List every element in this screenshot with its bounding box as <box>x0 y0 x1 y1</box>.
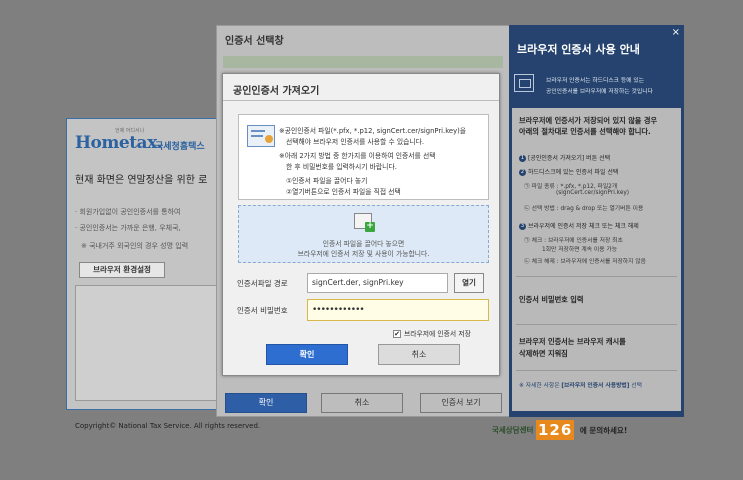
checkbox-icon[interactable]: ✔ <box>393 330 401 338</box>
notice-line: ※ 국내거주 외국인의 경우 성명 입력 <box>81 242 189 250</box>
logo-brand: Hometax. <box>75 133 163 153</box>
guide-substep: ㉠ 체크 : 브라우저에 인증서를 저장 최초 <box>524 238 623 244</box>
step-number: 2 <box>519 169 526 176</box>
divider <box>516 324 677 325</box>
callcenter-banner: 국세상담센터 126 에 문의하세요! <box>492 420 627 440</box>
drop-zone-text: 인증서 파일을 끌어다 놓으면 <box>322 240 405 248</box>
guide-help-link[interactable]: ※ 자세한 사항은 [브라우저 인증서 사용방법] 선택 <box>519 380 642 389</box>
notice-line: · 회원가입없이 공인인증서를 통하여 <box>75 208 181 216</box>
dialog-title: 공인인증서 가져오기 <box>233 86 320 97</box>
step-number: 3 <box>519 223 526 230</box>
view-certificate-button[interactable]: 인증서 보기 <box>420 393 502 413</box>
password-label: 인증서 비밀번호 <box>237 306 288 315</box>
background-page: 언제 어디서나 Hometax. 국세청홈택스 현재 화면은 연말정산을 위한 … <box>66 118 225 410</box>
file-path-label: 인증서파일 경로 <box>237 279 288 288</box>
guide-section-heading: 브라우저에 인증서가 저장되어 있지 않을 경우 <box>519 116 658 125</box>
guide-substep: ㉠ 파일 종류 : *.pfx, *.p12, 파일2개 <box>524 184 618 190</box>
step-text: 브라우저에 인증서 저장 체크 또는 체크 해제 <box>528 223 639 230</box>
instruction-text: ②열기버튼으로 인증서 파일을 직접 선택 <box>286 188 401 196</box>
notice-line: · 공인인증서는 가까운 은행, 우체국, <box>75 224 181 232</box>
confirm-button[interactable]: 확인 <box>266 344 348 365</box>
guide-section-heading: 브라우저 인증서는 브라우저 캐시를 <box>519 337 626 346</box>
save-in-browser-checkbox[interactable]: ✔ 브라우저에 인증서 저장 <box>393 328 471 338</box>
guide-section-heading: 삭제하면 지워짐 <box>519 349 568 358</box>
certificate-icon <box>247 125 275 147</box>
checkbox-label: 브라우저에 인증서 저장 <box>404 330 471 338</box>
hometax-logo[interactable]: 언제 어디서나 Hometax. 국세청홈택스 <box>75 125 225 155</box>
outer-cancel-button[interactable]: 취소 <box>321 393 403 413</box>
guide-title: 브라우저 인증서 사용 안내 <box>517 43 640 56</box>
file-path-field[interactable]: signCert.der, signPri.key <box>307 273 448 293</box>
background-content-box <box>75 285 223 401</box>
browser-certificate-guide: × 브라우저 인증서 사용 안내 브라우저 인증서는 하드디스크 등에 있는 공… <box>509 25 684 417</box>
import-certificate-dialog: 공인인증서 가져오기 ※공인인증서 파일(*.pfx, *.p12, signC… <box>222 73 500 376</box>
outer-confirm-button[interactable]: 확인 <box>225 393 307 413</box>
guide-step-3: 3 브라우저에 인증서 저장 체크 또는 체크 해제 <box>519 221 639 230</box>
logo-service-name: 국세청홈택스 <box>155 142 205 152</box>
step-number: 1 <box>519 155 526 162</box>
instruction-text: 한 후 비밀번호를 입력하시기 바랍니다. <box>286 163 397 171</box>
instruction-text: ※공인인증서 파일(*.pfx, *.p12, signCert.cer/sig… <box>279 127 467 135</box>
guide-body: 브라우저에 인증서가 저장되어 있지 않을 경우 아래의 절차대로 인증서를 선… <box>512 108 681 411</box>
guide-substep: ㉡ 선택 방법 : drag & drop 또는 열기버튼 이용 <box>524 206 644 212</box>
banner-strip <box>223 56 503 68</box>
instruction-text: ①인증서 파일을 끌어다 놓기 <box>286 177 368 185</box>
drop-zone-text: 브라우저에 인증서 저장 및 사용이 가능합니다. <box>297 250 430 258</box>
page-headline: 현재 화면은 연말정산을 위한 로 <box>75 175 208 186</box>
callcenter-label: 국세상담센터 <box>492 425 534 435</box>
close-icon[interactable]: × <box>672 27 680 38</box>
window-title: 인증서 선택창 <box>225 36 284 47</box>
guide-substep: ㉡ 체크 해제 : 브라우저에 인증서를 저장하지 않음 <box>524 259 646 265</box>
file-drop-zone[interactable]: + 인증서 파일을 끌어다 놓으면 브라우저에 인증서 저장 및 사용이 가능합… <box>238 205 489 263</box>
guide-intro-text: 공인인증서를 브라우저에 저장하는 것입니다 <box>546 89 653 95</box>
guide-step-1: 1 [공인인증서 가져오기] 버튼 선택 <box>519 153 610 162</box>
guide-substep: 1회만 저장하면 계속 이용 가능 <box>542 247 618 253</box>
callcenter-text: 에 문의하세요! <box>579 425 628 435</box>
step-text: [공인인증서 가져오기] 버튼 선택 <box>528 155 611 162</box>
guide-step-2: 2 하드디스크에 있는 인증서 파일 선택 <box>519 167 618 176</box>
step-text: 하드디스크에 있는 인증서 파일 선택 <box>528 169 619 176</box>
guide-section-heading: 인증서 비밀번호 입력 <box>519 295 584 304</box>
instruction-text: 선택해야 브라우저 인증서를 사용할 수 있습니다. <box>286 138 425 146</box>
open-button[interactable]: 열기 <box>454 273 484 293</box>
link-suffix: 선택 <box>629 383 642 389</box>
guide-substep: (signCert.cer/signPri.key) <box>556 190 630 196</box>
browser-settings-button[interactable]: 브라우저 환경설정 <box>79 262 165 278</box>
divider <box>516 276 677 277</box>
copyright-text: Copyright© National Tax Service. All rig… <box>75 422 261 430</box>
instruction-box: ※공인인증서 파일(*.pfx, *.p12, signCert.cer/sig… <box>238 114 489 200</box>
cancel-button[interactable]: 취소 <box>378 344 460 365</box>
add-file-icon: + <box>354 213 375 232</box>
guide-section-heading: 아래의 절차대로 인증서를 선택해야 합니다. <box>519 127 651 136</box>
password-field[interactable]: •••••••••••• <box>307 299 489 321</box>
instruction-text: ※아래 2가지 방법 중 한가지를 이용하여 인증서를 선택 <box>279 152 436 160</box>
monitor-icon <box>514 74 534 92</box>
callcenter-number: 126 <box>535 420 575 440</box>
link-anchor[interactable]: [브라우저 인증서 사용방법] <box>561 383 629 389</box>
guide-intro-text: 브라우저 인증서는 하드디스크 등에 있는 <box>546 78 645 84</box>
divider <box>223 100 499 101</box>
link-prefix: ※ 자세한 사항은 <box>519 383 562 389</box>
divider <box>516 370 677 371</box>
